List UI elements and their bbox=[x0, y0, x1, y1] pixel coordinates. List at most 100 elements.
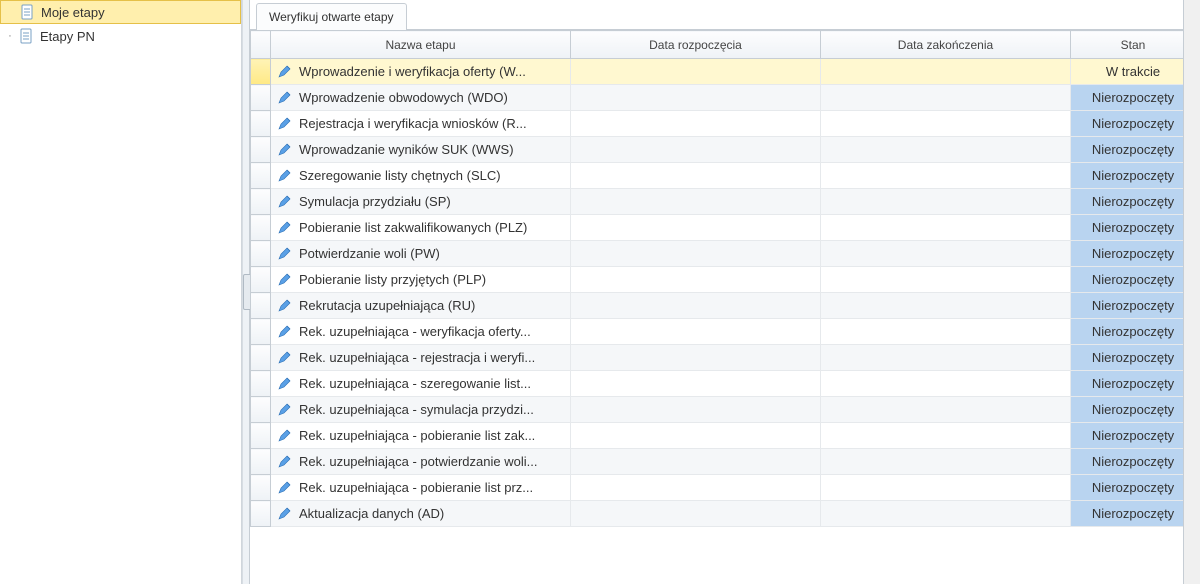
pen-icon bbox=[277, 194, 293, 210]
cell-stage-name: Rek. uzupełniająca - szeregowanie list..… bbox=[271, 371, 571, 397]
row-selector[interactable] bbox=[251, 215, 271, 241]
row-selector[interactable] bbox=[251, 59, 271, 85]
table-row[interactable]: Potwierdzanie woli (PW) Nierozpoczęty bbox=[251, 241, 1184, 267]
cell-start-date bbox=[571, 85, 821, 111]
table-row[interactable]: Symulacja przydziału (SP)Nierozpoczęty bbox=[251, 189, 1184, 215]
table-row[interactable]: Wprowadzanie wyników SUK (WWS) Nierozpocz… bbox=[251, 137, 1184, 163]
row-selector[interactable] bbox=[251, 501, 271, 527]
cell-start-date bbox=[571, 475, 821, 501]
row-selector[interactable] bbox=[251, 423, 271, 449]
table-row[interactable]: Wprowadzenie obwodowych (WDO) Nierozpoczę… bbox=[251, 85, 1184, 111]
cell-stage-name: Wprowadzanie wyników SUK (WWS) bbox=[271, 137, 571, 163]
row-selector[interactable] bbox=[251, 397, 271, 423]
cell-status: Nierozpoczęty bbox=[1071, 137, 1184, 163]
row-selector[interactable] bbox=[251, 241, 271, 267]
stage-name-text: Rejestracja i weryfikacja wniosków (R... bbox=[299, 116, 527, 131]
col-status[interactable]: Stan bbox=[1071, 31, 1184, 59]
row-selector[interactable] bbox=[251, 85, 271, 111]
cell-stage-name: Pobieranie listy przyjętych (PLP) bbox=[271, 267, 571, 293]
table-row[interactable]: Rek. uzupełniająca - potwierdzanie woli.… bbox=[251, 449, 1184, 475]
pen-icon bbox=[277, 246, 293, 262]
table-row[interactable]: Rejestracja i weryfikacja wniosków (R...… bbox=[251, 111, 1184, 137]
pen-icon bbox=[277, 298, 293, 314]
col-start-date[interactable]: Data rozpoczęcia bbox=[571, 31, 821, 59]
cell-status: Nierozpoczęty bbox=[1071, 267, 1184, 293]
pen-icon bbox=[277, 116, 293, 132]
row-selector[interactable] bbox=[251, 189, 271, 215]
row-selector[interactable] bbox=[251, 371, 271, 397]
row-selector[interactable] bbox=[251, 475, 271, 501]
row-selector[interactable] bbox=[251, 293, 271, 319]
cell-stage-name: Rekrutacja uzupełniająca (RU) bbox=[271, 293, 571, 319]
cell-stage-name: Potwierdzanie woli (PW) bbox=[271, 241, 571, 267]
pen-icon bbox=[277, 168, 293, 184]
sidebar-item-label: Etapy PN bbox=[36, 29, 95, 44]
row-selector[interactable] bbox=[251, 319, 271, 345]
table-row[interactable]: Rek. uzupełniająca - szeregowanie list..… bbox=[251, 371, 1184, 397]
stage-name-text: Symulacja przydziału (SP) bbox=[299, 194, 451, 209]
vertical-scrollbar[interactable] bbox=[1183, 0, 1200, 584]
stage-name-text: Pobieranie list zakwalifikowanych (PLZ) bbox=[299, 220, 527, 235]
cell-stage-name: Rek. uzupełniająca - pobieranie list zak… bbox=[271, 423, 571, 449]
table-row[interactable]: Rek. uzupełniająca - weryfikacja oferty.… bbox=[251, 319, 1184, 345]
cell-status: Nierozpoczęty bbox=[1071, 85, 1184, 111]
row-selector[interactable] bbox=[251, 267, 271, 293]
cell-stage-name: Aktualizacja danych (AD) bbox=[271, 501, 571, 527]
main-panel: Weryfikuj otwarte etapy Nazwa etapu Data… bbox=[250, 0, 1183, 584]
row-selector[interactable] bbox=[251, 163, 271, 189]
table-row[interactable]: Aktualizacja danych (AD)Nierozpoczęty bbox=[251, 501, 1184, 527]
stage-name-text: Rek. uzupełniająca - potwierdzanie woli.… bbox=[299, 454, 537, 469]
splitter[interactable] bbox=[242, 0, 250, 584]
row-selector[interactable] bbox=[251, 345, 271, 371]
pen-icon bbox=[277, 64, 293, 80]
table-row[interactable]: Rekrutacja uzupełniająca (RU)Nierozpoczę… bbox=[251, 293, 1184, 319]
row-selector[interactable] bbox=[251, 137, 271, 163]
pen-icon bbox=[277, 350, 293, 366]
col-rownum[interactable] bbox=[251, 31, 271, 59]
cell-stage-name: Rek. uzupełniająca - weryfikacja oferty.… bbox=[271, 319, 571, 345]
stage-name-text: Rek. uzupełniająca - pobieranie list prz… bbox=[299, 480, 533, 495]
col-end-date[interactable]: Data zakończenia bbox=[821, 31, 1071, 59]
table-row[interactable]: Rek. uzupełniająca - pobieranie list zak… bbox=[251, 423, 1184, 449]
row-selector[interactable] bbox=[251, 449, 271, 475]
row-selector[interactable] bbox=[251, 111, 271, 137]
stage-name-text: Rek. uzupełniająca - weryfikacja oferty.… bbox=[299, 324, 531, 339]
table-row[interactable]: Wprowadzenie i weryfikacja oferty (W...W… bbox=[251, 59, 1184, 85]
sidebar-item-1[interactable]: ·Etapy PN bbox=[0, 24, 241, 48]
cell-status: Nierozpoczęty bbox=[1071, 319, 1184, 345]
stage-name-text: Rek. uzupełniająca - symulacja przydzi..… bbox=[299, 402, 534, 417]
cell-stage-name: Wprowadzenie obwodowych (WDO) bbox=[271, 85, 571, 111]
document-icon bbox=[18, 28, 34, 44]
stage-name-text: Rek. uzupełniająca - pobieranie list zak… bbox=[299, 428, 535, 443]
table-row[interactable]: Rek. uzupełniająca - symulacja przydzi..… bbox=[251, 397, 1184, 423]
cell-status: Nierozpoczęty bbox=[1071, 397, 1184, 423]
cell-status: Nierozpoczęty bbox=[1071, 241, 1184, 267]
pen-icon bbox=[277, 142, 293, 158]
col-name[interactable]: Nazwa etapu bbox=[271, 31, 571, 59]
grid-scroll[interactable]: Nazwa etapu Data rozpoczęcia Data zakońc… bbox=[250, 30, 1183, 584]
table-row[interactable]: Pobieranie listy przyjętych (PLP) Nierozp… bbox=[251, 267, 1184, 293]
cell-start-date bbox=[571, 423, 821, 449]
table-row[interactable]: Szeregowanie listy chętnych (SLC)Nierozp… bbox=[251, 163, 1184, 189]
table-row[interactable]: Rek. uzupełniająca - pobieranie list prz… bbox=[251, 475, 1184, 501]
table-row[interactable]: Rek. uzupełniająca - rejestracja i weryf… bbox=[251, 345, 1184, 371]
cell-end-date bbox=[821, 397, 1071, 423]
stage-name-text: Wprowadzenie obwodowych (WDO) bbox=[299, 90, 508, 105]
cell-end-date bbox=[821, 85, 1071, 111]
cell-start-date bbox=[571, 501, 821, 527]
cell-start-date bbox=[571, 137, 821, 163]
table-row[interactable]: Pobieranie list zakwalifikowanych (PLZ) N… bbox=[251, 215, 1184, 241]
cell-status: Nierozpoczęty bbox=[1071, 449, 1184, 475]
stage-name-text: Szeregowanie listy chętnych (SLC) bbox=[299, 168, 501, 183]
cell-start-date bbox=[571, 267, 821, 293]
cell-status: W trakcie bbox=[1071, 59, 1184, 85]
cell-start-date bbox=[571, 59, 821, 85]
cell-end-date bbox=[821, 111, 1071, 137]
sidebar-item-0[interactable]: Moje etapy bbox=[0, 0, 241, 24]
cell-start-date bbox=[571, 241, 821, 267]
stage-name-text: Rek. uzupełniająca - rejestracja i weryf… bbox=[299, 350, 535, 365]
cell-status: Nierozpoczęty bbox=[1071, 215, 1184, 241]
cell-end-date bbox=[821, 189, 1071, 215]
cell-end-date bbox=[821, 319, 1071, 345]
tab-verify-open-stages[interactable]: Weryfikuj otwarte etapy bbox=[256, 3, 407, 30]
